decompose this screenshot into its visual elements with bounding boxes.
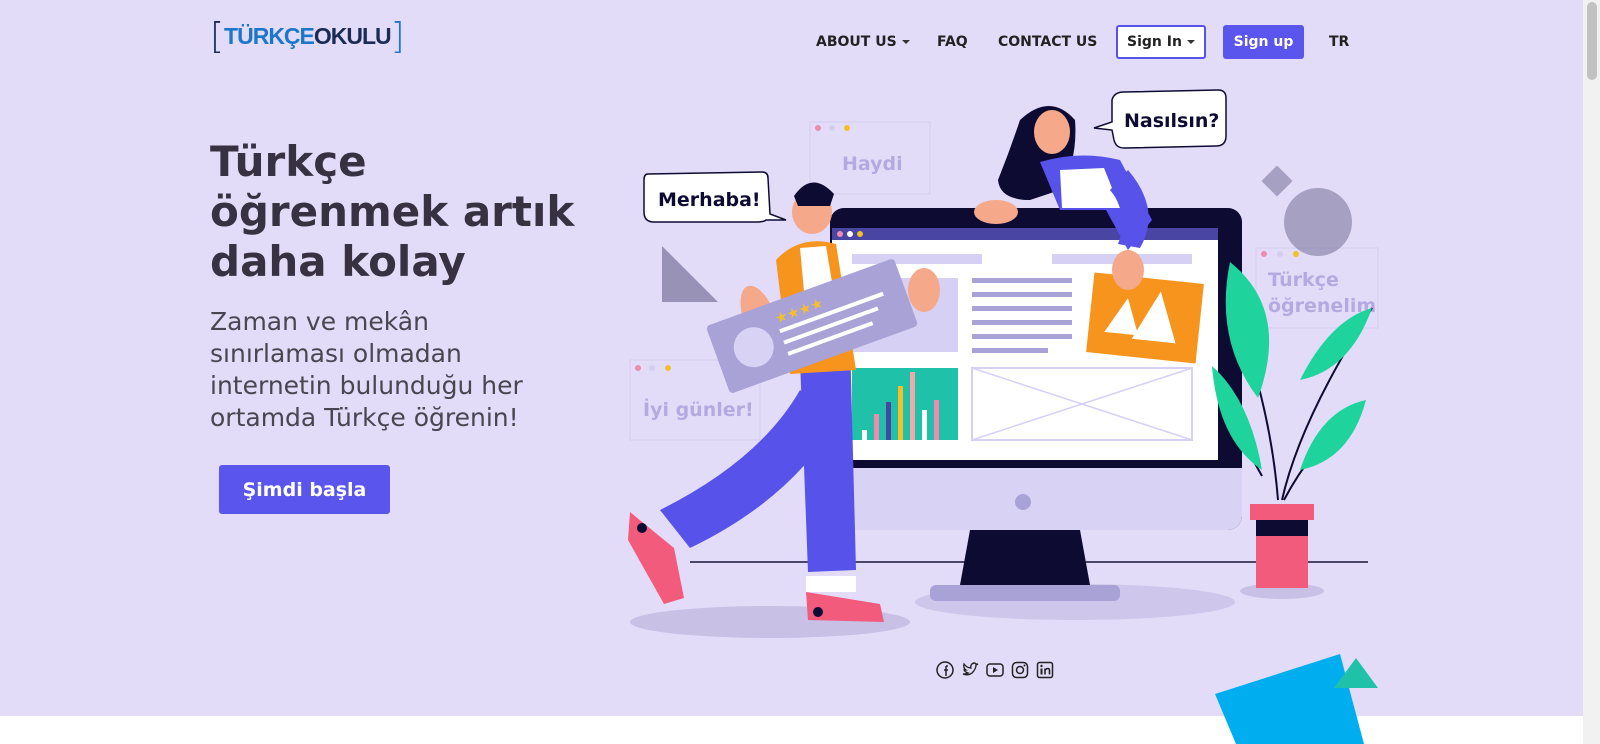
linkedin-icon[interactable]: [1036, 661, 1054, 679]
logo-bracket-left: [: [210, 15, 225, 57]
sign-in-label: Sign In: [1127, 34, 1182, 50]
social-links: [936, 661, 1054, 679]
bubble-merhaba: Merhaba!: [643, 171, 787, 223]
subtext-line-2: sınırlaması olmadan: [210, 339, 462, 368]
nav-about-us[interactable]: ABOUT US: [816, 34, 910, 50]
sign-in-button[interactable]: Sign In: [1116, 25, 1206, 59]
hero-subtext: Zaman ve mekân sınırlaması olmadan inter…: [210, 306, 590, 434]
decorative-shapes: [1215, 654, 1378, 744]
card-haydi: Haydi: [809, 121, 931, 195]
hero-headline: Türkçe öğrenmek artık daha kolay: [210, 137, 610, 287]
scrollbar-thumb[interactable]: [1587, 2, 1597, 80]
card-iyi-gunler-text: İyi günler!: [643, 397, 754, 421]
subtext-line-3: internetin bulunduğu her: [210, 371, 523, 400]
logo-bracket-right: ]: [390, 15, 405, 57]
start-now-button[interactable]: Şimdi başla: [219, 465, 390, 514]
chevron-down-icon: [1186, 40, 1195, 44]
card-turkce-line-1: Türkçe: [1268, 269, 1339, 291]
headline-line-3: daha kolay: [210, 237, 466, 286]
twitter-icon[interactable]: [961, 661, 979, 679]
page-scrollbar[interactable]: [1583, 0, 1600, 744]
logo-text-okulu: OKULU: [313, 23, 392, 49]
logo-text-turkce: TÜRKÇE: [224, 23, 315, 49]
nav-about-us-label: ABOUT US: [816, 34, 897, 50]
youtube-icon[interactable]: [986, 661, 1004, 679]
nav-faq[interactable]: FAQ: [937, 34, 968, 50]
instagram-icon[interactable]: [1011, 661, 1029, 679]
language-switch[interactable]: TR: [1329, 34, 1349, 50]
image-card: [1086, 272, 1204, 364]
facebook-icon[interactable]: [936, 661, 954, 679]
bubble-nasilsin-text: Nasılsın?: [1124, 110, 1219, 132]
nav-contact-us[interactable]: CONTACT US: [998, 34, 1097, 50]
subtext-line-1: Zaman ve mekân: [210, 307, 429, 336]
hero-illustration: Haydi İyi günler! Türkçe öğrenelim ★★★★ …: [628, 89, 1379, 638]
chevron-down-icon: [901, 40, 910, 44]
bubble-merhaba-text: Merhaba!: [658, 189, 761, 211]
bubble-nasilsin: Nasılsın?: [1093, 89, 1227, 149]
subtext-line-4: ortamda Türkçe öğrenin!: [210, 403, 519, 432]
site-logo[interactable]: [ TÜRKÇE OKULU ]: [210, 18, 405, 55]
headline-line-1: Türkçe: [210, 137, 367, 186]
card-haydi-text: Haydi: [842, 153, 903, 175]
sign-up-button[interactable]: Sign up: [1223, 25, 1304, 59]
headline-line-2: öğrenmek artık: [210, 187, 575, 236]
